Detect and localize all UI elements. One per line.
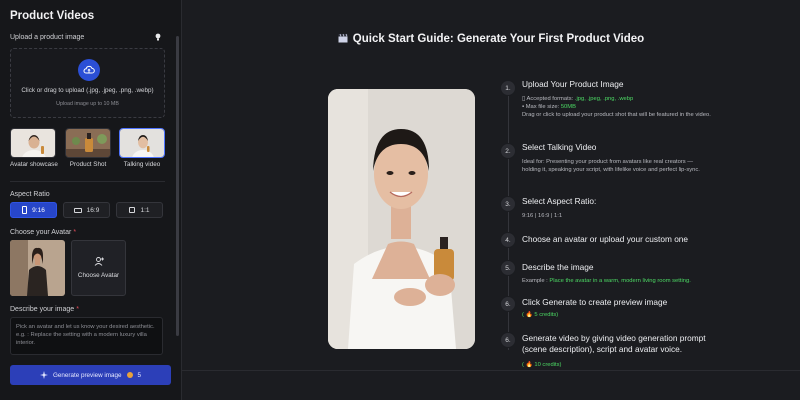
aspect-9-16-button[interactable]: 9:16: [10, 202, 57, 218]
choose-avatar-label: Choose Avatar: [77, 272, 120, 279]
coin-icon: [126, 372, 133, 378]
landscape-icon: [73, 207, 82, 213]
clapperboard-icon: [338, 33, 348, 43]
upload-size-limit: Upload image up to 10 MB: [56, 101, 119, 107]
step-number: 1.: [500, 80, 516, 96]
required-mark: *: [76, 306, 79, 313]
selected-avatar-card[interactable]: [10, 240, 65, 296]
size-label: Max file size:: [525, 104, 560, 110]
product-shot-thumb: [65, 128, 111, 158]
step-title: Select Aspect Ratio:: [522, 196, 597, 206]
step-description: Drag or click to upload your product sho…: [522, 112, 711, 118]
mode-avatar-showcase[interactable]: Avatar showcase: [10, 128, 58, 168]
avatar-showcase-thumb: [10, 128, 56, 158]
upload-dropzone[interactable]: Click or drag to upload (.jpg, .jpeg, .p…: [10, 48, 165, 118]
size-icon: ▪: [522, 104, 525, 110]
mode-label: Product Shot: [69, 161, 107, 168]
step-number: 2.: [500, 143, 516, 159]
avatar-label: Choose your Avatar *: [10, 229, 76, 236]
mode-label: Avatar showcase: [10, 161, 58, 168]
step-credits: ( 🔥 10 credits): [522, 362, 562, 368]
generate-label: Generate preview image: [52, 371, 122, 379]
step-description: Ideal for: Presenting your product from …: [522, 159, 700, 173]
choose-avatar-button[interactable]: Choose Avatar: [71, 240, 126, 296]
generate-preview-button[interactable]: Generate preview image 5: [10, 365, 171, 385]
page-title-text: Quick Start Guide: Generate Your First P…: [352, 33, 645, 45]
aspect-label: 16:9: [86, 206, 100, 214]
step-formats: ▯ Accepted formats: .jpg, .jpeg, .png, .…: [522, 95, 712, 103]
step-example: Example : Place the avatar in a warm, mo…: [522, 277, 712, 285]
step-number: 3.: [500, 196, 516, 212]
describe-label: Describe your image *: [10, 306, 79, 313]
step-number: 6.: [500, 332, 516, 348]
upload-label: Upload a product image: [10, 34, 85, 41]
panel-title: Product Videos: [10, 10, 95, 22]
avatar-label-text: Choose your Avatar: [10, 229, 72, 236]
step-number: 5.: [500, 260, 516, 276]
step-title: Click Generate to create preview image: [522, 297, 668, 307]
aspect-label: 1:1: [140, 206, 150, 214]
mode-label: Talking video: [123, 161, 161, 168]
avatar-photo: [10, 240, 65, 296]
step-size: ▪ Max file size: 50MB: [522, 103, 712, 111]
portrait-icon: [22, 206, 28, 214]
aspect-label: 9:16: [32, 206, 45, 214]
left-scrollbar[interactable]: [176, 36, 179, 336]
square-icon: [129, 207, 136, 213]
left-panel: Product Videos Upload a product image Cl…: [0, 0, 182, 400]
sparkle-icon: [39, 371, 48, 379]
upload-instructions: Click or drag to upload (.jpg, .jpeg, .p…: [21, 87, 154, 94]
formats-label: Accepted formats:: [526, 96, 574, 102]
aspect-1-1-button[interactable]: 1:1: [116, 202, 163, 218]
example-value: Place the avatar in a warm, modern livin…: [549, 278, 691, 284]
aspect-ratio-label: Aspect Ratio: [10, 191, 50, 198]
divider: [10, 181, 165, 182]
describe-label-text: Describe your image: [10, 306, 75, 313]
step-credits: ( 🔥 5 credits): [522, 312, 559, 318]
aspect-16-9-button[interactable]: 16:9: [63, 202, 110, 218]
file-icon: ▯: [522, 96, 526, 102]
mode-talking-video[interactable]: Talking video: [119, 128, 165, 168]
generate-credits: 5: [137, 371, 142, 379]
add-user-icon: [94, 257, 104, 266]
mode-product-shot[interactable]: Product Shot: [65, 128, 111, 168]
step-title: Select Talking Video: [522, 142, 597, 152]
step-number: 4.: [500, 232, 516, 248]
step-title: Generate video by giving video generatio…: [522, 333, 706, 354]
step-title: Upload Your Product Image: [522, 79, 624, 89]
step-title: Choose an avatar or upload your custom o…: [522, 234, 689, 244]
size-value: 50MB: [560, 104, 576, 110]
step-number: 6.: [500, 296, 516, 312]
talking-video-thumb: [119, 128, 165, 158]
page-title: Quick Start Guide: Generate Your First P…: [182, 33, 800, 45]
bottom-divider: [182, 370, 800, 371]
upload-button[interactable]: [78, 59, 100, 81]
cloud-upload-icon: [83, 65, 95, 74]
describe-textarea[interactable]: Pick an avatar and let us know your desi…: [10, 317, 163, 355]
formats-value: .jpg, .jpeg, .png, .webp: [574, 96, 634, 102]
step-description: 9:16 | 16:9 | 1:1: [522, 213, 563, 219]
preview-photo: [328, 89, 475, 349]
example-label: Example :: [522, 278, 548, 284]
lightbulb-icon[interactable]: [155, 33, 161, 41]
required-mark: *: [73, 229, 77, 236]
step-title: Describe the image: [522, 262, 594, 272]
